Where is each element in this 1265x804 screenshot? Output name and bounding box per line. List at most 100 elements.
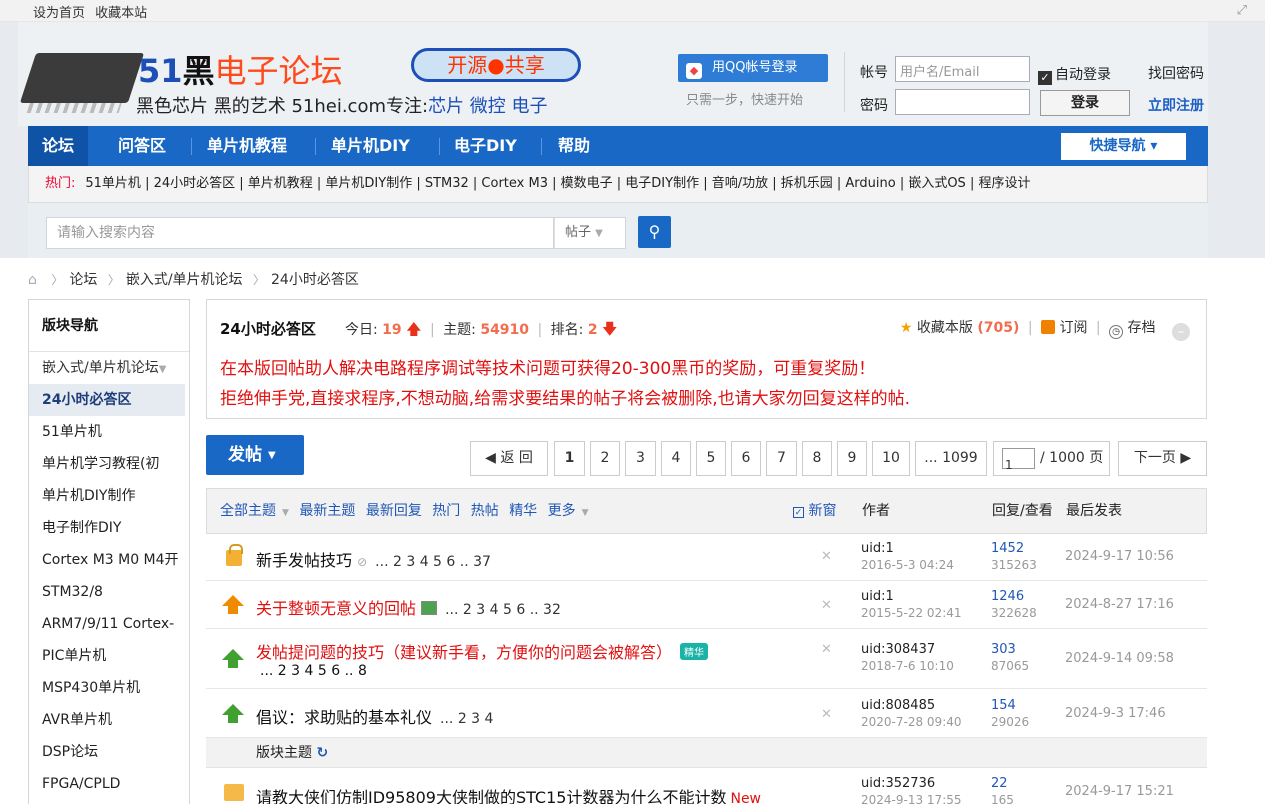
thread-title[interactable]: 新手发帖技巧 ⊘ ... 2 3 4 5 6 .. 37 [256,547,491,571]
archive-link[interactable]: 存档 [1128,320,1156,336]
expand-icon[interactable]: ⤢ [1237,3,1247,18]
nav-item-mcu-tutorial[interactable]: 单片机教程 [193,126,301,166]
nav-item-forum[interactable]: 论坛 [28,126,89,166]
pager-page[interactable]: 8 [802,441,832,476]
author-name[interactable]: uid:308437 [861,642,954,658]
reply-count[interactable]: 1246 [991,589,1037,605]
reply-count[interactable]: 154 [991,698,1029,714]
subscribe-link[interactable]: 订阅 [1059,320,1087,336]
page-jump-input[interactable]: 1 [1002,448,1035,472]
search-input[interactable]: 请输入搜索内容 [46,217,554,249]
pager-page[interactable]: 1 [554,441,585,476]
pager-page[interactable]: 2 [590,441,620,476]
last-post-time[interactable]: 2024-9-14 09:58 [1065,651,1174,666]
close-icon[interactable]: ✕ [821,598,832,613]
nav-item-electronics-diy[interactable]: 电子DIY [440,126,531,166]
sidebar-item[interactable]: PIC单片机 [29,640,189,672]
sidebar-item[interactable]: 单片机DIY制作 [29,480,189,512]
filter-more[interactable]: 更多 [548,503,576,519]
sidebar-item[interactable]: DSP论坛 [29,736,189,768]
pager-next[interactable]: 下一页 ▶ [1118,441,1207,476]
breadcrumb-item[interactable]: 24小时必答区 [271,272,359,288]
collapse-icon[interactable]: – [1172,323,1190,341]
set-home-link[interactable]: 设为首页 [33,6,85,21]
breadcrumb-item[interactable]: 论坛 [69,272,97,288]
sidebar-item[interactable]: AVR单片机 [29,704,189,736]
author-name[interactable]: uid:1 [861,541,954,557]
bookmark-link[interactable]: 收藏本站 [95,6,147,21]
last-post-time[interactable]: 2024-8-27 17:16 [1065,597,1174,612]
pager-page[interactable]: 3 [625,441,656,476]
auto-login-checkbox[interactable]: ✓ 自动登录 [1038,64,1111,85]
nav-item-mcu-diy[interactable]: 单片机DIY [317,126,424,166]
sidebar-item[interactable]: 51单片机 [29,416,189,448]
pager-page[interactable]: 4 [661,441,691,476]
last-post-time[interactable]: 2024-9-3 17:46 [1065,706,1166,721]
reply-count[interactable]: 1452 [991,541,1037,557]
filter-digest[interactable]: 精华 [509,503,537,519]
pager-page[interactable]: 10 [872,441,910,476]
checkbox-check-icon: ✓ [793,507,804,518]
hot-links[interactable]: 51单片机 | 24小时必答区 | 单片机教程 | 单片机DIY制作 | STM… [85,176,1030,191]
filter-hot[interactable]: 热门 [432,503,460,519]
author-name[interactable]: uid:808485 [861,698,962,714]
new-window-toggle[interactable]: ✓ 新窗 [793,489,836,534]
pager-page[interactable]: 7 [766,441,797,476]
author-name[interactable]: uid:352736 [861,776,962,792]
pager-page[interactable]: 6 [731,441,761,476]
search-type-select[interactable]: 帖子 ▼ [554,217,626,249]
reply-count[interactable]: 22 [991,776,1014,792]
thread-title[interactable]: 发帖提问题的技巧（建议新手看，方便你的问题会被解答） 精华 [256,639,709,663]
filter-hot-posts[interactable]: 热帖 [471,503,499,519]
filter-newest[interactable]: 最新主题 [299,503,355,519]
thread-pages[interactable]: ... 2 3 4 5 6 .. 32 [445,602,561,618]
filter-latest-reply[interactable]: 最新回复 [366,503,422,519]
sidebar-item[interactable]: 24小时必答区 [29,384,185,416]
thread-title[interactable]: 关于整顿无意义的回帖 ... 2 3 4 5 6 .. 32 [256,595,561,619]
sidebar-item[interactable]: MSP430单片机 [29,672,189,704]
sidebar-item[interactable]: FPGA/CPLD [29,768,189,800]
sidebar-item[interactable]: STM32/8 [29,576,189,608]
new-post-button[interactable]: 发帖 ▼ [206,435,304,475]
author-name[interactable]: uid:1 [861,589,962,605]
filter-all[interactable]: 全部主题 [220,503,276,519]
sidebar-item[interactable]: 电子制作DIY [29,512,189,544]
favorite-link[interactable]: 收藏本版 [917,320,973,336]
pager-back[interactable]: ◀ 返 回 [470,441,548,476]
sidebar-item[interactable]: 单片机学习教程(初 [29,448,189,480]
sidebar-group[interactable]: 嵌入式/单片机论坛▼ [29,352,189,384]
find-password-link[interactable]: 找回密码 [1148,63,1204,83]
last-post-time[interactable]: 2024-9-17 10:56 [1065,549,1174,564]
reply-count[interactable]: 303 [991,642,1029,658]
post-date: 2018-7-6 10:10 [861,659,954,673]
thread-pages[interactable]: ... 2 3 4 [440,711,493,727]
thread-pages[interactable]: ... 2 3 4 5 6 .. 8 [260,663,367,679]
sidebar-item[interactable]: Cortex M3 M0 M4开 [29,544,189,576]
account-input[interactable]: 用户名/Email [895,56,1030,82]
close-icon[interactable]: ✕ [821,642,832,657]
pager-page[interactable]: 5 [696,441,726,476]
thread-reply-view: 1246 322628 [991,589,1037,621]
search-button[interactable]: ⚲ [638,216,671,248]
thread-title[interactable]: 倡议：求助贴的基本礼仪 ... 2 3 4 [256,704,493,728]
breadcrumb-item[interactable]: 嵌入式/单片机论坛 [126,272,243,288]
quick-nav-dropdown[interactable]: 快捷导航 ▾ [1061,133,1186,160]
close-icon[interactable]: ✕ [821,707,832,722]
password-input[interactable] [895,89,1030,115]
pager-last[interactable]: ... 1099 [915,441,987,476]
register-link[interactable]: 立即注册 [1148,95,1204,115]
nav-item-qa[interactable]: 问答区 [104,126,180,166]
thread-title[interactable]: 请教大侠们仿制ID95809大侠制做的STC15计数器为什么不能计数 New [256,784,761,804]
login-button[interactable]: 登录 [1040,90,1130,116]
pager-page[interactable]: 9 [837,441,867,476]
nav-item-help[interactable]: 帮助 [544,126,604,166]
refresh-icon[interactable]: ↻ [316,745,328,761]
site-logo-title[interactable]: 51黑电子论坛 [138,46,343,92]
home-icon[interactable]: ⌂ [28,272,37,288]
last-post-time[interactable]: 2024-9-17 15:21 [1065,784,1174,799]
qq-login-button[interactable]: ◆ 用QQ帐号登录 [678,54,828,82]
chip-logo-icon[interactable] [19,53,145,103]
thread-pages[interactable]: ... 2 3 4 5 6 .. 37 [375,554,491,570]
sidebar-item[interactable]: ARM7/9/11 Cortex- [29,608,189,640]
close-icon[interactable]: ✕ [821,549,832,564]
